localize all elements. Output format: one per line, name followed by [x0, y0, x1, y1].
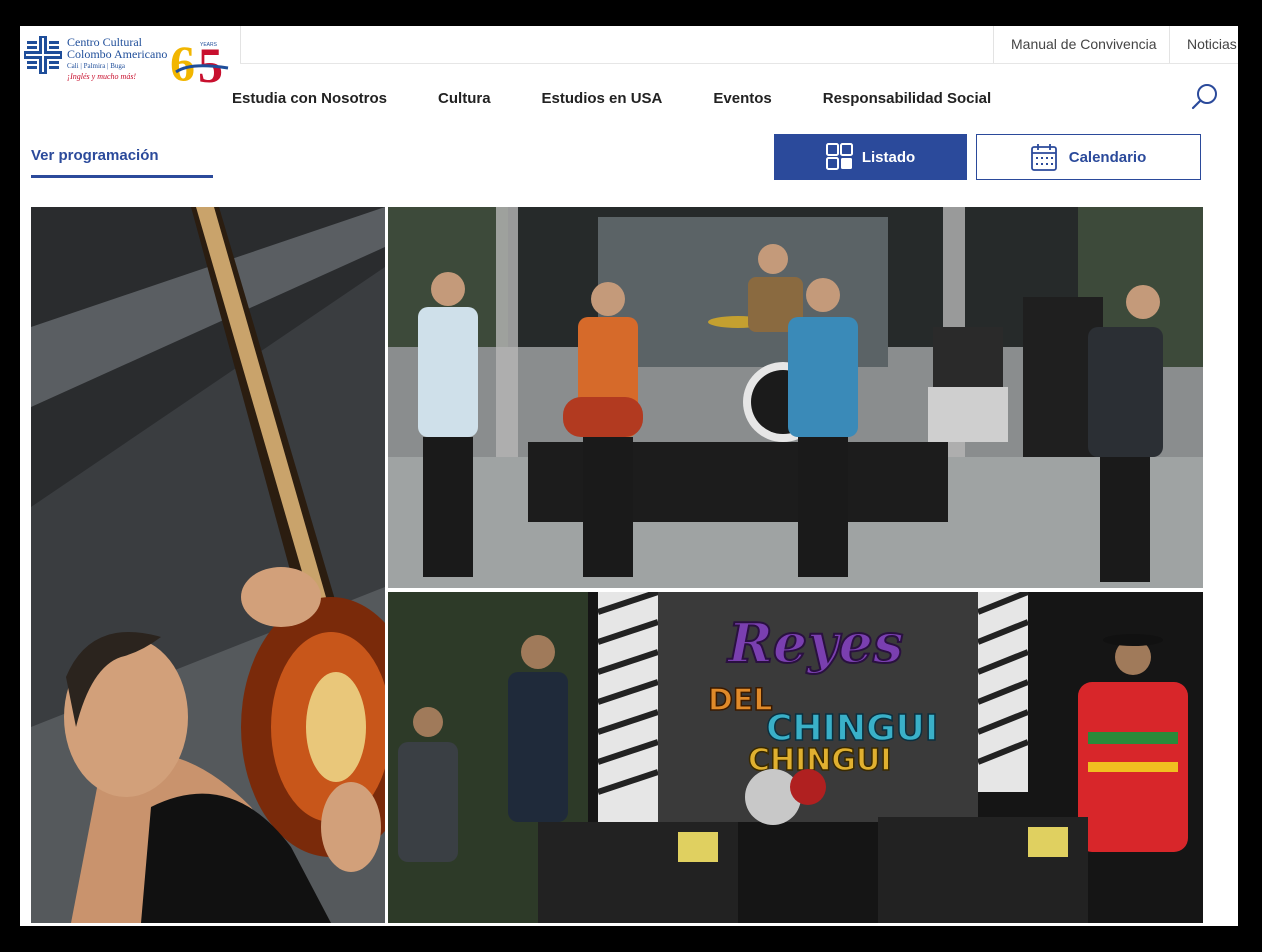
ver-programacion-tab[interactable]: Ver programación — [31, 147, 213, 178]
cultural-center-emblem-icon — [24, 36, 62, 74]
gallery-photo-band-stage[interactable] — [388, 207, 1203, 588]
calendario-label: Calendario — [1068, 148, 1147, 166]
site-logo[interactable]: Centro Cultural Colombo Americano Cali |… — [24, 32, 234, 88]
main-nav: Estudia con Nosotros Cultura Estudios en… — [232, 88, 1042, 110]
nav-item-estudia[interactable]: Estudia con Nosotros — [232, 88, 387, 110]
org-name-line2: Colombo Americano — [67, 47, 168, 61]
listado-label: Listado — [861, 148, 916, 166]
nav-item-cultura[interactable]: Cultura — [438, 88, 491, 110]
search-icon — [1191, 84, 1217, 110]
header-divider — [240, 26, 241, 64]
gallery-photo-reyes-del-chingui[interactable]: Reyes DEL CHINGUI CHINGUI — [388, 592, 1203, 923]
anniversary-label: YEARS — [200, 42, 218, 48]
top-link-noticias[interactable]: Noticias — [1169, 26, 1238, 63]
calendar-icon — [1030, 144, 1057, 171]
banner-text-del: DEL — [708, 683, 773, 718]
nav-item-responsabilidad-social[interactable]: Responsabilidad Social — [823, 88, 991, 110]
org-slogan: ¡Inglés y mucho más! — [67, 72, 137, 81]
gallery-photo-guitarist[interactable] — [31, 207, 385, 923]
anniversary-six: 6 — [170, 35, 195, 86]
banner-text-reyes: Reyes — [726, 611, 903, 675]
calendario-button[interactable]: Calendario — [976, 134, 1201, 180]
org-cities: Cali | Palmira | Buga — [67, 62, 126, 70]
grid-icon — [825, 143, 853, 170]
topbar-divider — [240, 63, 1238, 64]
nav-item-estudios-usa[interactable]: Estudios en USA — [542, 88, 663, 110]
page: Centro Cultural Colombo Americano Cali |… — [20, 26, 1238, 926]
nav-item-eventos[interactable]: Eventos — [713, 88, 771, 110]
anniversary-65-years-logo: 6 5 YEARS — [170, 35, 229, 86]
search-button[interactable] — [1190, 82, 1220, 112]
listado-button[interactable]: Listado — [774, 134, 967, 180]
top-link-manual-convivencia[interactable]: Manual de Convivencia — [993, 26, 1174, 63]
